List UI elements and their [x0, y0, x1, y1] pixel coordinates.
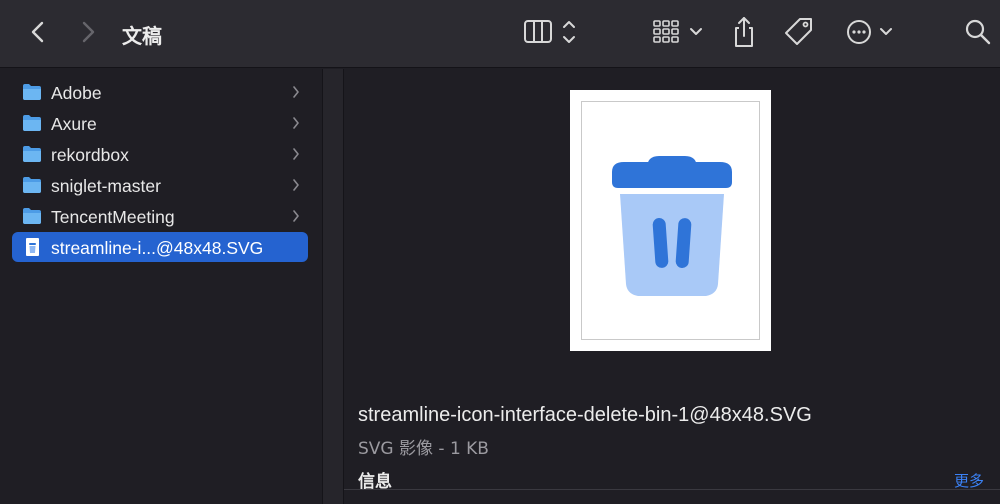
list-item-label: rekordbox [51, 145, 129, 165]
window-title: 文稿 [122, 24, 162, 48]
file-thumbnail[interactable] [570, 90, 771, 351]
list-item-label: Adobe [51, 83, 102, 103]
svg-file-icon [26, 238, 39, 256]
forward-button[interactable] [74, 18, 102, 46]
tag-button[interactable] [782, 14, 816, 50]
more-info-link[interactable]: 更多 [954, 470, 984, 491]
chevron-right-icon [293, 117, 299, 129]
search-icon [965, 19, 991, 45]
list-item-adobe[interactable]: Adobe [12, 77, 308, 107]
group-button[interactable] [648, 16, 708, 48]
folder-icon [23, 146, 41, 162]
finder-window: 文稿 Adobe Axure rekordbox sniglet-master … [0, 0, 1000, 504]
tag-icon [785, 18, 812, 45]
file-list-column: Adobe Axure rekordbox sniglet-master Ten… [0, 69, 322, 504]
ellipsis-circle-icon [847, 20, 892, 44]
folder-icon [23, 84, 41, 100]
list-item-axure[interactable]: Axure [12, 108, 308, 138]
preview-pane: streamline-icon-interface-delete-bin-1@4… [344, 69, 1000, 504]
preview-file-name: streamline-icon-interface-delete-bin-1@4… [358, 404, 812, 426]
list-item-sniglet-master[interactable]: sniglet-master [12, 170, 308, 200]
section-divider [344, 489, 1000, 490]
chevron-right-icon [293, 86, 299, 98]
grid-view-icon [653, 20, 702, 43]
list-item-label: Axure [51, 114, 97, 134]
folder-icon [23, 115, 41, 131]
toolbar: 文稿 [0, 0, 1000, 68]
list-item-label: sniglet-master [51, 176, 161, 196]
search-button[interactable] [962, 16, 994, 48]
chevron-left-icon [31, 21, 44, 43]
folder-icon [23, 177, 41, 193]
chevron-right-icon [293, 148, 299, 160]
chevron-right-icon [293, 179, 299, 191]
view-mode-button[interactable] [520, 16, 584, 48]
list-item-rekordbox[interactable]: rekordbox [12, 139, 308, 169]
thumbnail-frame [581, 101, 760, 340]
column-divider[interactable] [322, 69, 344, 504]
folder-icon [23, 208, 41, 224]
list-item-label: streamline-i...@48x48.SVG [51, 238, 264, 258]
list-item-label: TencentMeeting [51, 207, 175, 227]
columns-view-icon [524, 20, 575, 43]
chevron-right-icon [82, 21, 95, 43]
trash-bin-icon [612, 156, 732, 296]
back-button[interactable] [24, 18, 52, 46]
list-item-svg-file[interactable]: streamline-i...@48x48.SVG [12, 232, 308, 262]
share-icon [735, 17, 753, 47]
list-item-tencentmeeting[interactable]: TencentMeeting [12, 201, 308, 231]
chevron-right-icon [293, 210, 299, 222]
more-actions-button[interactable] [842, 16, 898, 48]
share-button[interactable] [728, 14, 760, 50]
preview-file-meta: SVG 影像 - 1 KB [358, 439, 489, 459]
